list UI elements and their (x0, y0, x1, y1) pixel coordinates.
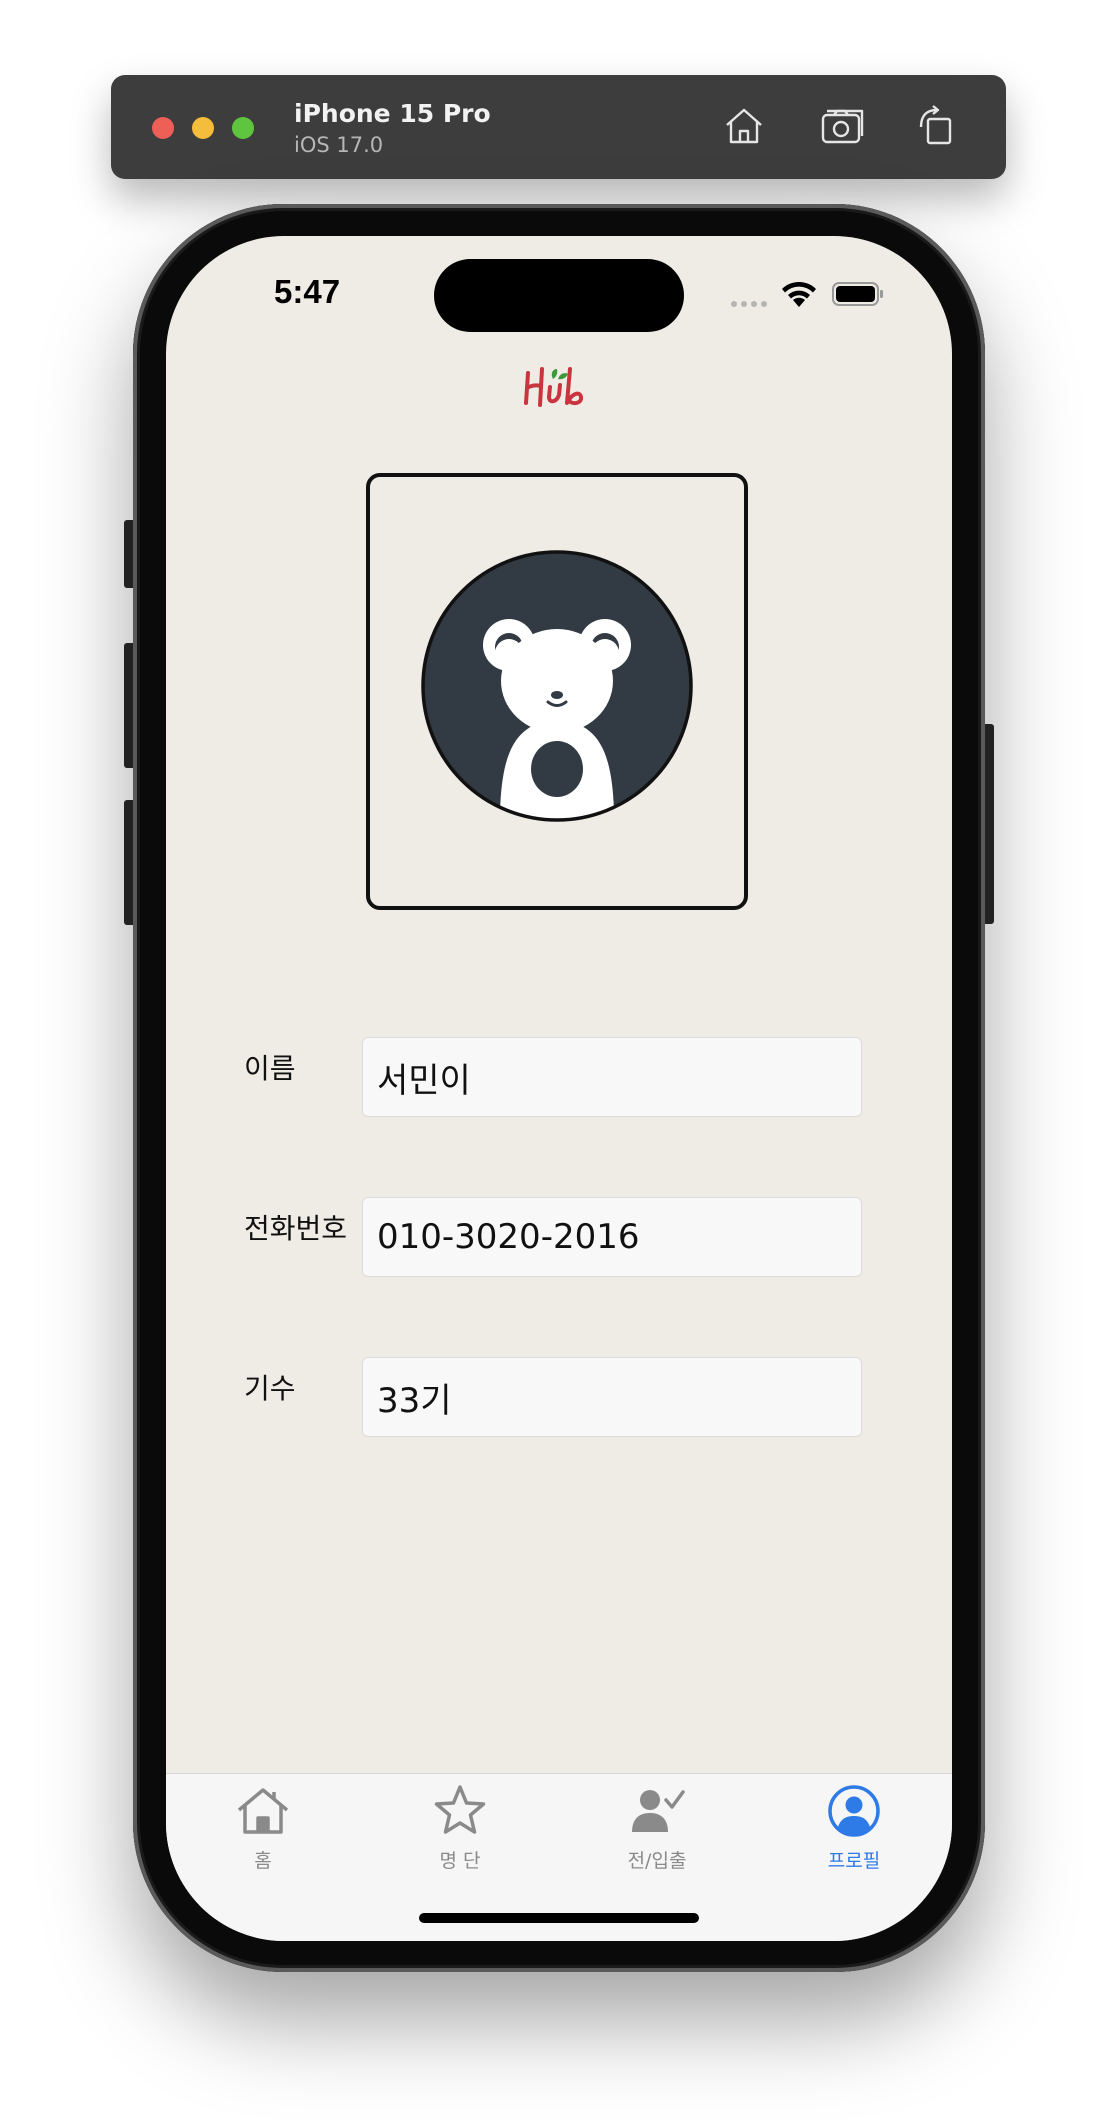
tab-roster-label: 명 단 (439, 1850, 481, 1872)
battery-icon (832, 282, 883, 306)
tab-transfer-label: 전/입출 (627, 1850, 687, 1872)
hub-logo (524, 367, 584, 407)
person-circle-icon (828, 1785, 880, 1837)
name-field[interactable] (362, 1037, 862, 1117)
tab-home-label: 홈 (254, 1850, 272, 1872)
rotate-icon[interactable] (911, 101, 961, 151)
minimize-window-button[interactable] (192, 117, 214, 139)
status-time: 5:47 (274, 273, 341, 310)
cellular-signal-icon (731, 301, 767, 307)
tab-profile[interactable]: 프로필 (794, 1782, 914, 1873)
tab-home[interactable]: 홈 (203, 1782, 323, 1873)
device-name: iPhone 15 Pro (294, 99, 491, 128)
name-label: 이름 (244, 1052, 296, 1085)
tab-transfer[interactable]: 전/입출 (597, 1782, 717, 1873)
phone-screen: 5:47 이름 서민이 전화번호 010-3020-2016 기수 33기 홈 … (166, 236, 952, 1941)
star-icon (434, 1785, 486, 1834)
person-check-icon (632, 1790, 685, 1832)
dynamic-island (434, 259, 684, 332)
zoom-window-button[interactable] (232, 117, 254, 139)
close-window-button[interactable] (152, 117, 174, 139)
cohort-label: 기수 (244, 1372, 296, 1405)
tab-profile-label: 프로필 (827, 1850, 881, 1872)
tab-roster[interactable]: 명 단 (400, 1782, 520, 1873)
simulator-toolbar: iPhone 15 Pro iOS 17.0 (111, 75, 1006, 179)
house-icon (237, 1788, 289, 1834)
os-version: iOS 17.0 (294, 133, 384, 157)
phone-label: 전화번호 (244, 1212, 348, 1245)
wifi-icon (782, 281, 816, 307)
home-icon[interactable] (719, 101, 769, 151)
phone-field[interactable] (362, 1197, 862, 1277)
screenshot-icon[interactable] (818, 101, 868, 151)
bear-avatar-icon[interactable] (420, 549, 694, 823)
cohort-field[interactable] (362, 1357, 862, 1437)
home-indicator (419, 1913, 699, 1923)
